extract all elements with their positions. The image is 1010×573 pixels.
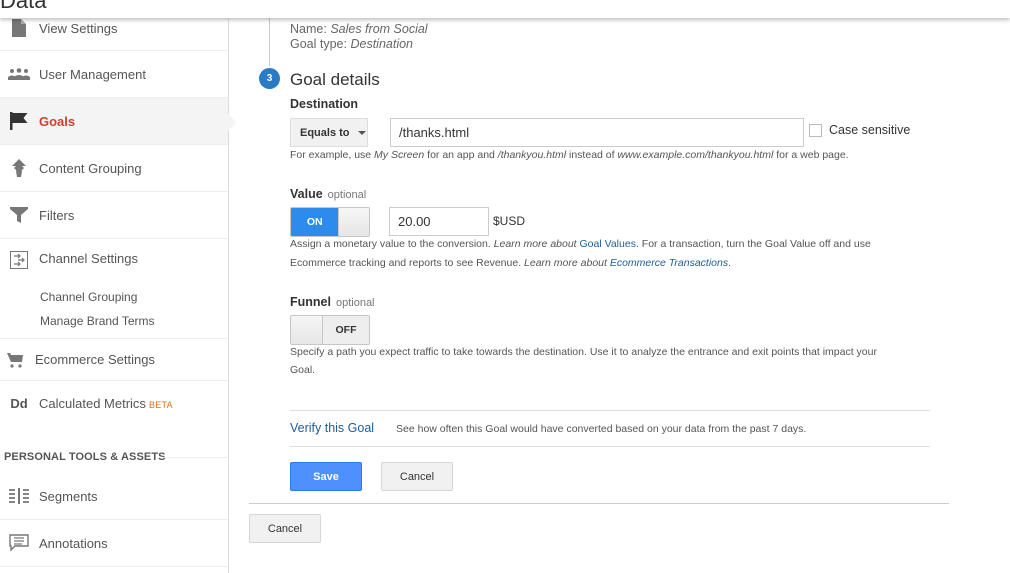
funnel-toggle[interactable]: OFF — [290, 315, 370, 345]
content-grouping-icon — [2, 159, 36, 177]
divider — [290, 410, 930, 411]
goal-details-title: Goal details — [290, 70, 380, 89]
value-label: Value optional — [290, 187, 367, 201]
funnel-help-text-line1: Specify a path you expect traffic to tak… — [290, 346, 877, 358]
destination-label: Destination — [290, 97, 359, 111]
value-toggle[interactable]: ON — [290, 207, 370, 237]
toggle-knob — [291, 316, 322, 344]
value-help-text-line2: Ecommerce tracking and reports to see Re… — [290, 257, 732, 269]
sidebar-item-ecommerce-settings[interactable]: Ecommerce Settings — [0, 339, 228, 381]
chevron-down-icon — [357, 130, 366, 135]
match-type-dropdown[interactable]: Equals to — [290, 118, 368, 147]
case-sensitive-label: Case sensitive — [829, 123, 911, 137]
toggle-state: ON — [291, 208, 339, 236]
step-connector-line — [269, 18, 270, 66]
toggle-knob — [338, 208, 369, 236]
sidebar-item-user-management[interactable]: User Management — [0, 51, 228, 98]
users-icon — [2, 68, 36, 80]
divider — [290, 446, 930, 447]
sidebar-item-goals[interactable]: Goals — [0, 98, 228, 145]
goal-type-value: Destination — [350, 37, 414, 51]
document-icon — [2, 19, 36, 37]
sidebar-item-label: Goals — [39, 113, 76, 129]
sidebar-item-label: Content Grouping — [39, 160, 142, 176]
case-sensitive-checkbox[interactable] — [809, 124, 822, 137]
sidebar-item-label: Channel Settings — [39, 251, 139, 266]
sidebar-item-label: View Settings — [39, 20, 118, 36]
sidebar-item-label: Annotations — [39, 535, 108, 551]
section-heading-personal-tools: PERSONAL TOOLS & ASSETS — [4, 451, 166, 463]
cart-icon — [0, 352, 32, 368]
sidebar-item-label: Segments — [39, 488, 98, 504]
sidebar-item-label: Filters — [39, 207, 75, 223]
verify-goal-link[interactable]: Verify this Goal — [290, 421, 374, 435]
funnel-label: Funnel optional — [290, 295, 375, 309]
step-number-badge: 3 — [259, 68, 280, 89]
currency-label: $USD — [493, 214, 526, 228]
filter-icon — [2, 207, 36, 223]
divider — [249, 503, 949, 504]
sidebar-item-label: User Management — [39, 66, 146, 82]
ecommerce-transactions-link[interactable]: Ecommerce Transactions — [610, 257, 728, 269]
destination-input[interactable]: /thanks.html — [390, 118, 804, 147]
save-button[interactable]: Save — [290, 462, 362, 491]
value-help-text-line1: Assign a monetary value to the conversio… — [290, 238, 871, 250]
optional-tag: optional — [327, 189, 367, 201]
goal-name-value: Sales from Social — [330, 22, 428, 36]
goal-name-summary: Name: Sales from Social — [290, 22, 428, 36]
goal-values-link[interactable]: Goal Values — [580, 238, 636, 250]
sidebar: View Settings User Management Goals Cont… — [0, 0, 229, 573]
sidebar-item-label: Calculated Metrics — [39, 396, 146, 411]
sidebar-item-label: Ecommerce Settings — [35, 352, 155, 367]
sidebar-item-annotations[interactable]: Annotations — [0, 520, 228, 567]
verify-goal-description: See how often this Goal would have conve… — [396, 423, 807, 435]
channel-settings-icon — [2, 251, 36, 269]
active-item-pointer — [228, 113, 236, 131]
sidebar-subitem-channel-grouping[interactable]: Channel Grouping — [40, 290, 137, 304]
dd-icon: Dd — [10, 396, 28, 411]
destination-help-text: For example, use My Screen for an app an… — [290, 149, 849, 161]
cancel-button[interactable]: Cancel — [249, 514, 321, 543]
sidebar-subitem-manage-brand-terms[interactable]: Manage Brand Terms — [40, 314, 155, 328]
beta-badge: BETA — [148, 400, 173, 410]
section-divider — [162, 457, 228, 458]
optional-tag: optional — [335, 297, 375, 309]
annotation-icon — [2, 534, 36, 552]
segments-icon — [2, 488, 36, 504]
sidebar-item-filters[interactable]: Filters — [0, 192, 228, 239]
toggle-state: OFF — [322, 316, 369, 344]
value-amount-input[interactable]: 20.00 — [389, 207, 489, 236]
page-title: Data — [0, 0, 47, 13]
sidebar-item-segments[interactable]: Segments — [0, 473, 228, 520]
sidebar-item-calculated-metrics[interactable]: Dd Calculated Metrics BETA — [0, 381, 228, 426]
goal-type-summary: Goal type: Destination — [290, 37, 414, 51]
flag-icon — [2, 112, 36, 130]
top-header: Data — [0, 0, 1010, 18]
match-type-value: Equals to — [300, 126, 350, 139]
cancel-goal-details-button[interactable]: Cancel — [381, 462, 453, 491]
funnel-help-text-line2: Goal. — [290, 364, 316, 376]
sidebar-item-content-grouping[interactable]: Content Grouping — [0, 145, 228, 192]
